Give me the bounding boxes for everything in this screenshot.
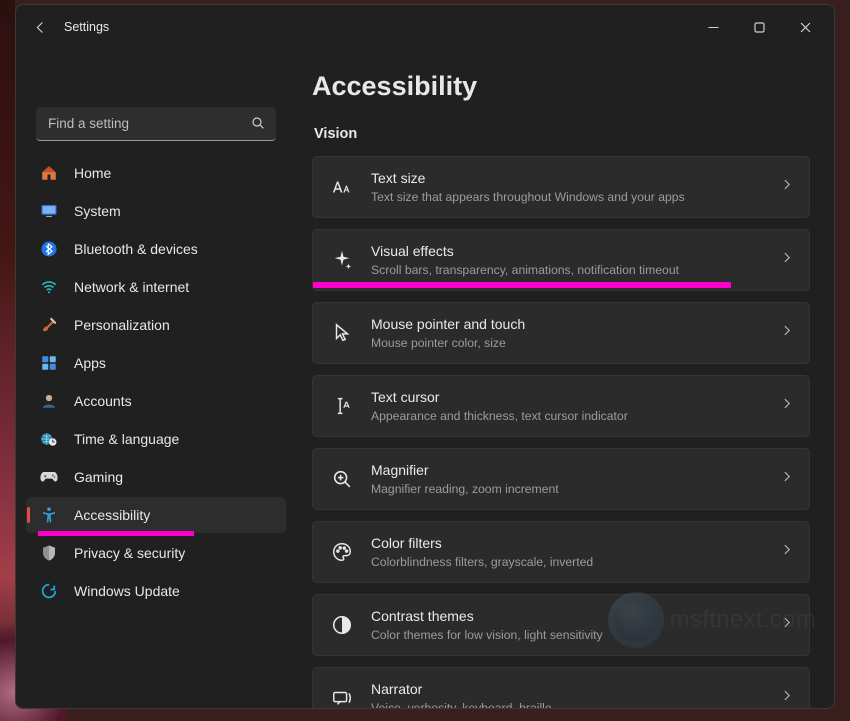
update-icon: [38, 580, 60, 602]
card-title: Contrast themes: [371, 607, 770, 625]
sidebar-item-bluetooth[interactable]: Bluetooth & devices: [26, 231, 286, 267]
search-box: [36, 107, 276, 141]
minimize-button[interactable]: [690, 11, 736, 43]
system-icon: [38, 200, 60, 222]
gamepad-icon: [38, 466, 60, 488]
text-cursor-icon: [327, 391, 357, 421]
sidebar-item-label: Privacy & security: [74, 545, 185, 561]
narrator-icon: [327, 683, 357, 708]
sidebar-item-label: Apps: [74, 355, 106, 371]
sparkle-icon: [327, 245, 357, 275]
sidebar: Home System Bluetooth & devices Network …: [16, 49, 296, 708]
sidebar-item-label: Time & language: [74, 431, 179, 447]
globe-clock-icon: [38, 428, 60, 450]
card-subtitle: Text size that appears throughout Window…: [371, 189, 770, 205]
zoom-in-icon: [327, 464, 357, 494]
section-vision: Vision: [314, 126, 810, 142]
main-panel: Accessibility Vision Text size Text size …: [296, 49, 834, 708]
search-input[interactable]: [36, 107, 276, 141]
chevron-right-icon: [780, 324, 793, 342]
card-narrator[interactable]: Narrator Voice, verbosity, keyboard, brai…: [312, 667, 810, 708]
sidebar-item-label: Home: [74, 165, 111, 181]
highlight-underline: [313, 282, 731, 288]
card-text-cursor[interactable]: Text cursor Appearance and thickness, tex…: [312, 375, 810, 437]
app-title: Settings: [64, 20, 109, 34]
sidebar-item-personalization[interactable]: Personalization: [26, 307, 286, 343]
sidebar-item-label: Accessibility: [74, 507, 150, 523]
sidebar-item-label: Gaming: [74, 469, 123, 485]
card-color-filters[interactable]: Color filters Colorblindness filters, gra…: [312, 521, 810, 583]
arrow-left-icon: [33, 20, 48, 35]
card-title: Narrator: [371, 680, 770, 698]
settings-window: Settings Home: [15, 4, 835, 709]
sidebar-item-apps[interactable]: Apps: [26, 345, 286, 381]
card-magnifier[interactable]: Magnifier Magnifier reading, zoom increme…: [312, 448, 810, 510]
chevron-right-icon: [780, 689, 793, 707]
card-subtitle: Color themes for low vision, light sensi…: [371, 627, 770, 643]
sidebar-item-label: Windows Update: [74, 583, 180, 599]
nav-list: Home System Bluetooth & devices Network …: [26, 155, 286, 609]
minimize-icon: [708, 22, 719, 33]
sidebar-item-label: System: [74, 203, 121, 219]
sidebar-item-time-language[interactable]: Time & language: [26, 421, 286, 457]
sidebar-item-accounts[interactable]: Accounts: [26, 383, 286, 419]
sidebar-item-windows-update[interactable]: Windows Update: [26, 573, 286, 609]
maximize-button[interactable]: [736, 11, 782, 43]
cards-list: Text size Text size that appears througho…: [312, 156, 810, 708]
cursor-icon: [327, 318, 357, 348]
card-subtitle: Voice, verbosity, keyboard, braille: [371, 700, 770, 708]
palette-icon: [327, 537, 357, 567]
card-title: Visual effects: [371, 242, 770, 260]
sidebar-item-label: Bluetooth & devices: [74, 241, 198, 257]
card-subtitle: Colorblindness filters, grayscale, inver…: [371, 554, 770, 570]
sidebar-item-label: Accounts: [74, 393, 132, 409]
wallpaper-edge: [0, 0, 15, 721]
chevron-right-icon: [780, 616, 793, 634]
page-title: Accessibility: [312, 71, 810, 102]
card-title: Color filters: [371, 534, 770, 552]
sidebar-item-home[interactable]: Home: [26, 155, 286, 191]
text-size-icon: [327, 172, 357, 202]
bluetooth-icon: [38, 238, 60, 260]
card-visual-effects[interactable]: Visual effects Scroll bars, transparency,…: [312, 229, 810, 291]
chevron-right-icon: [780, 470, 793, 488]
sidebar-item-network[interactable]: Network & internet: [26, 269, 286, 305]
chevron-right-icon: [780, 178, 793, 196]
card-subtitle: Appearance and thickness, text cursor in…: [371, 408, 770, 424]
sidebar-item-label: Personalization: [74, 317, 170, 333]
home-icon: [38, 162, 60, 184]
person-icon: [38, 390, 60, 412]
sidebar-item-label: Network & internet: [74, 279, 189, 295]
card-text-size[interactable]: Text size Text size that appears througho…: [312, 156, 810, 218]
titlebar: Settings: [16, 5, 834, 49]
card-mouse-pointer[interactable]: Mouse pointer and touch Mouse pointer col…: [312, 302, 810, 364]
wifi-icon: [38, 276, 60, 298]
paintbrush-icon: [38, 314, 60, 336]
maximize-icon: [754, 22, 765, 33]
close-button[interactable]: [782, 11, 828, 43]
chevron-right-icon: [780, 543, 793, 561]
card-title: Mouse pointer and touch: [371, 315, 770, 333]
apps-icon: [38, 352, 60, 374]
card-title: Text size: [371, 169, 770, 187]
accessibility-icon: [38, 504, 60, 526]
chevron-right-icon: [780, 397, 793, 415]
close-icon: [800, 22, 811, 33]
sidebar-item-privacy[interactable]: Privacy & security: [26, 535, 286, 571]
card-title: Magnifier: [371, 461, 770, 479]
card-title: Text cursor: [371, 388, 770, 406]
chevron-right-icon: [780, 251, 793, 269]
sidebar-item-accessibility[interactable]: Accessibility: [26, 497, 286, 533]
card-subtitle: Magnifier reading, zoom increment: [371, 481, 770, 497]
card-subtitle: Scroll bars, transparency, animations, n…: [371, 262, 770, 278]
contrast-icon: [327, 610, 357, 640]
card-subtitle: Mouse pointer color, size: [371, 335, 770, 351]
back-button[interactable]: [26, 13, 54, 41]
card-contrast-themes[interactable]: Contrast themes Color themes for low visi…: [312, 594, 810, 656]
sidebar-item-system[interactable]: System: [26, 193, 286, 229]
shield-icon: [38, 542, 60, 564]
search-icon: [250, 115, 266, 136]
sidebar-item-gaming[interactable]: Gaming: [26, 459, 286, 495]
